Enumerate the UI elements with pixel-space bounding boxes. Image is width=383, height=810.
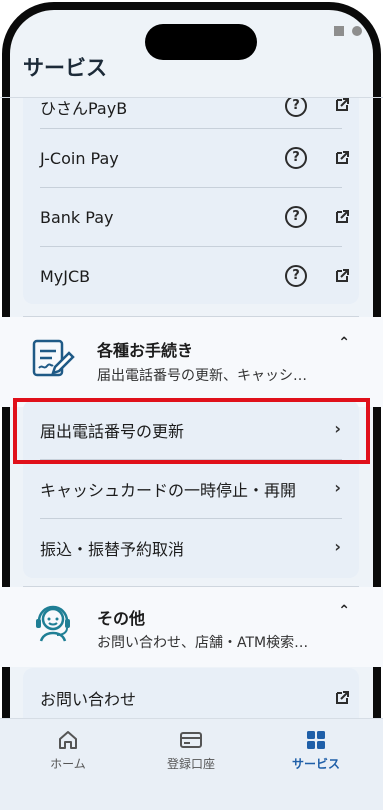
- payments-card: ひさんPayB ? J-Coin Pay ? Bank Pay ? MyJCB …: [23, 98, 359, 304]
- camera-notch: [145, 24, 257, 60]
- chevron-right-icon: ›: [334, 419, 341, 438]
- procedures-section-header[interactable]: 各種お手続き 届出電話番号の更新、キャッシ… ⌃: [0, 317, 383, 407]
- support-headset-icon: [36, 605, 70, 642]
- procedures-card: 届出電話番号の更新 › キャッシュカードの一時停止・再開 › 振込・振替予約取消…: [23, 400, 359, 578]
- chevron-right-icon: ›: [334, 478, 341, 497]
- nav-label: サービス: [291, 757, 340, 771]
- external-link-icon[interactable]: [335, 269, 349, 283]
- payment-label: ひさんPayB: [40, 99, 128, 118]
- external-link-icon[interactable]: [335, 98, 349, 112]
- external-link-icon[interactable]: [335, 691, 349, 705]
- payment-label: MyJCB: [40, 266, 91, 286]
- nav-accounts[interactable]: 登録口座: [146, 729, 236, 772]
- procedure-label: 届出電話番号の更新: [40, 422, 185, 441]
- nav-services[interactable]: サービス: [271, 729, 361, 772]
- list-item-procedure[interactable]: キャッシュカードの一時停止・再開: [40, 460, 342, 518]
- form-edit-icon: [32, 339, 75, 377]
- nav-label: ホーム: [50, 757, 86, 771]
- services-list[interactable]: ひさんPayB ? J-Coin Pay ? Bank Pay ? MyJCB …: [0, 98, 383, 718]
- external-link-icon[interactable]: [335, 151, 349, 165]
- payment-label: J-Coin Pay: [40, 148, 119, 168]
- chevron-up-icon[interactable]: ⌃: [338, 603, 350, 619]
- home-icon: [59, 731, 77, 749]
- help-icon[interactable]: ?: [285, 265, 307, 287]
- section-subtitle: お問い合わせ、店舗・ATM検索…: [97, 635, 309, 651]
- section-title: 各種お手続き: [97, 341, 194, 360]
- chevron-right-icon: ›: [334, 537, 341, 556]
- external-link-icon[interactable]: [335, 210, 349, 224]
- other-section-header[interactable]: その他 お問い合わせ、店舗・ATM検索… ⌃: [0, 587, 383, 667]
- page-title: サービス: [23, 56, 107, 80]
- help-icon[interactable]: ?: [285, 147, 307, 169]
- help-icon[interactable]: ?: [285, 206, 307, 228]
- section-title: その他: [97, 609, 146, 628]
- list-item-procedure[interactable]: 届出電話番号の更新: [40, 401, 342, 459]
- chevron-up-icon[interactable]: ⌃: [338, 335, 350, 351]
- grid-icon: [307, 731, 325, 749]
- procedure-label: 振込・振替予約取消: [40, 540, 185, 559]
- status-dot-icon: [352, 26, 362, 36]
- nav-home[interactable]: ホーム: [23, 729, 113, 772]
- nav-label: 登録口座: [166, 757, 215, 771]
- list-item-procedure[interactable]: 振込・振替予約取消: [40, 519, 342, 577]
- procedure-label: キャッシュカードの一時停止・再開: [40, 481, 297, 500]
- status-indicator-icon: [334, 26, 344, 36]
- payment-label: Bank Pay: [40, 207, 114, 227]
- other-card: お問い合わせ: [23, 668, 359, 718]
- card-icon: [180, 732, 202, 748]
- other-label: お問い合わせ: [40, 690, 137, 709]
- bottom-navigation: ホーム 登録口座 サービス: [0, 718, 383, 810]
- section-subtitle: 届出電話番号の更新、キャッシ…: [97, 368, 307, 384]
- list-item-other[interactable]: お問い合わせ: [40, 669, 342, 718]
